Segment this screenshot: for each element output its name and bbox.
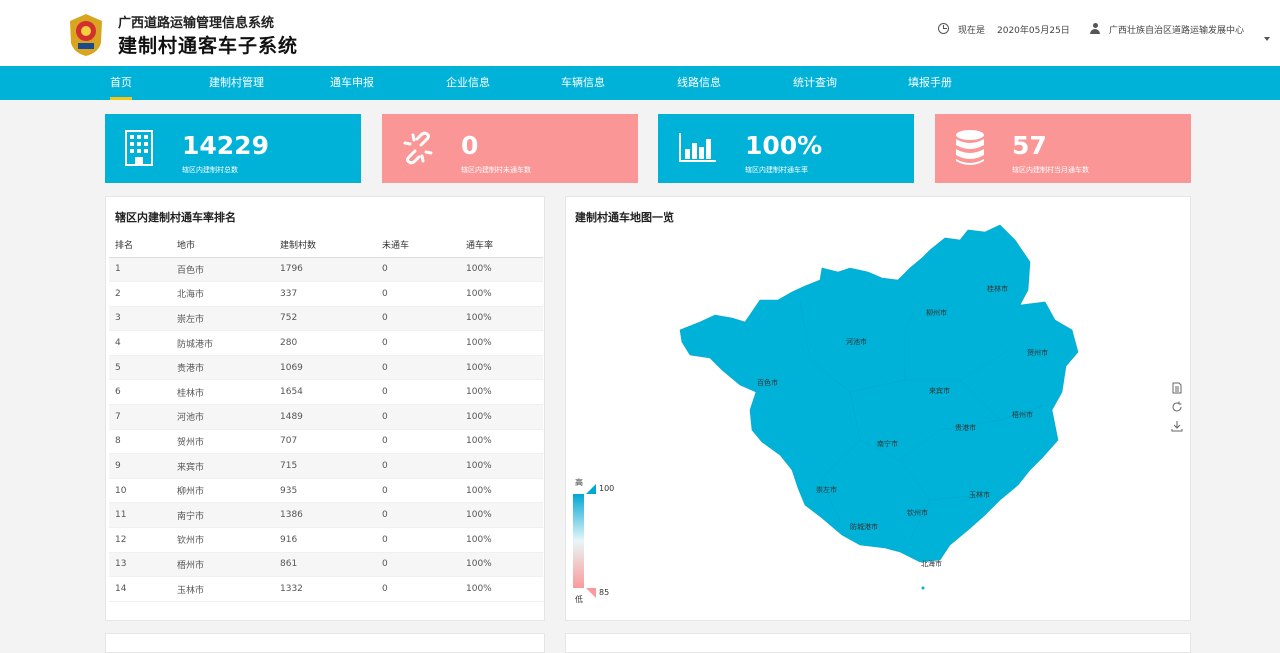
map-label-qinzhou: 钦州市 xyxy=(907,508,928,517)
map-label-hezhou: 贺州市 xyxy=(1027,348,1048,357)
legend-high-handle-icon[interactable] xyxy=(586,484,596,494)
visual-map-legend[interactable] xyxy=(573,494,584,588)
legend-min-value: 85 xyxy=(599,588,610,597)
map-label-baise: 百色市 xyxy=(757,378,778,387)
bottom-panel-right xyxy=(565,633,1191,653)
data-view-icon[interactable] xyxy=(1171,382,1183,394)
guangxi-region-shape[interactable] xyxy=(679,224,1079,563)
map-label-hechi: 河池市 xyxy=(846,337,867,346)
download-icon[interactable] xyxy=(1171,420,1183,432)
map-label-fangchenggang: 防城港市 xyxy=(850,522,878,531)
map-label-liuzhou: 柳州市 xyxy=(926,308,947,317)
refresh-icon[interactable] xyxy=(1171,401,1183,413)
map-label-chongzuo: 崇左市 xyxy=(816,485,837,494)
map-label-nanning: 南宁市 xyxy=(877,439,898,448)
map-label-guilin: 桂林市 xyxy=(987,284,1008,293)
legend-low-label: 低 xyxy=(575,595,583,604)
legend-high-label: 高 xyxy=(575,478,583,487)
map-label-beihai: 北海市 xyxy=(921,559,942,568)
legend-low-handle-icon[interactable] xyxy=(586,588,596,598)
legend-max-value: 100 xyxy=(599,484,615,493)
guangxi-map: 桂林市 柳州市 河池市 贺州市 百色市 来宾市 梧州市 贵港市 南宁市 崇左市 … xyxy=(679,224,1079,590)
map-label-yulin: 玉林市 xyxy=(969,490,990,499)
map-label-wuzhou: 梧州市 xyxy=(1012,410,1033,419)
map-label-guigang: 贵港市 xyxy=(955,423,976,432)
map-label-laibin: 来宾市 xyxy=(929,386,950,395)
bottom-panel-left xyxy=(105,633,545,653)
